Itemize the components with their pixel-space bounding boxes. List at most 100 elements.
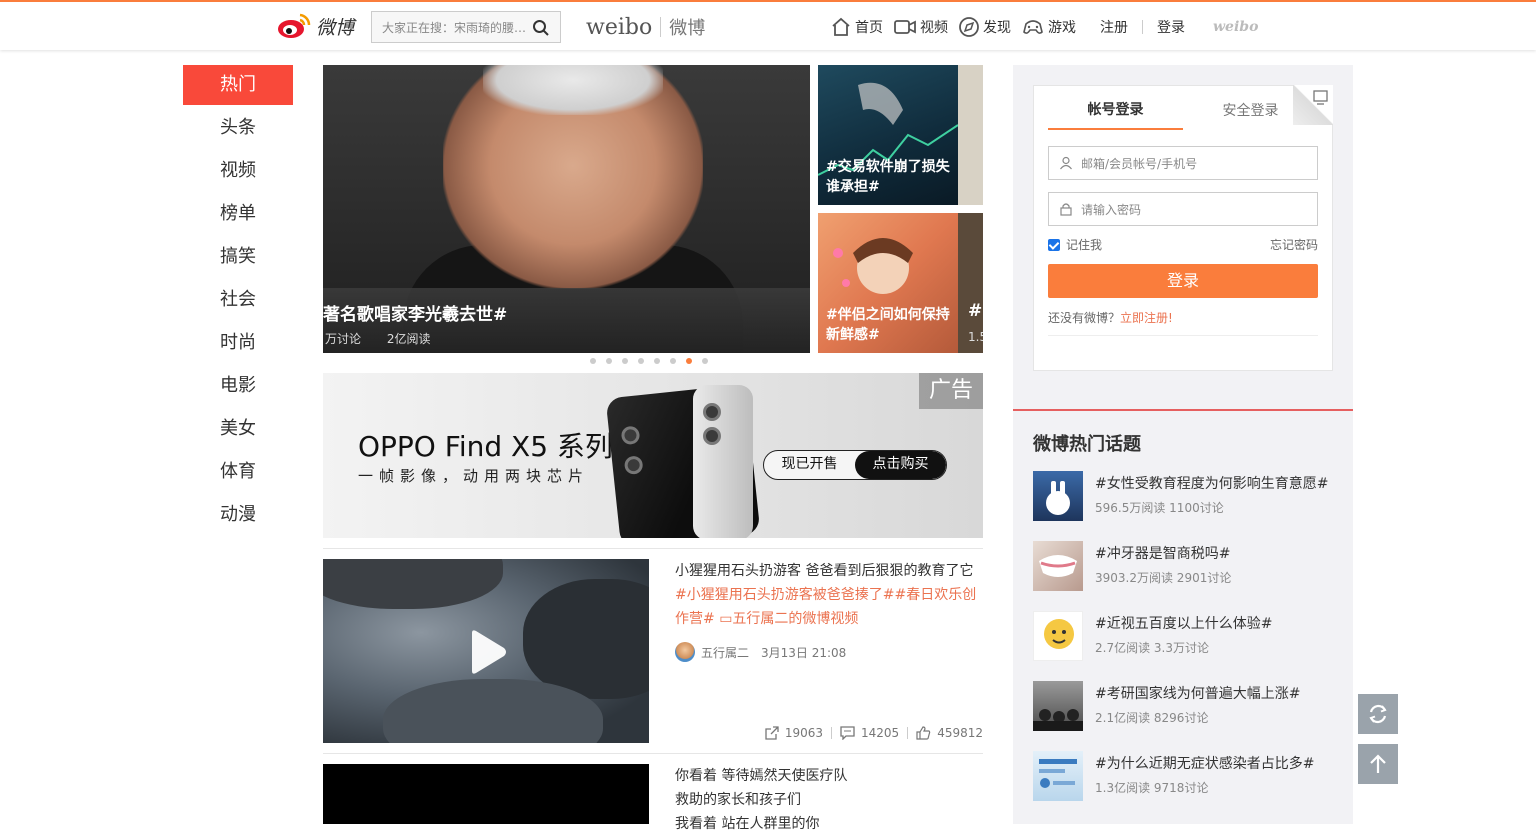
search-input[interactable]: 大家正在搜：宋雨琦的腰… [382, 19, 527, 36]
comment-button[interactable]: 14205 [840, 726, 899, 740]
nav-video[interactable]: 视频 [893, 17, 948, 37]
side-slide-2-title: #伴侣之间如何保持新鲜感# [826, 307, 950, 343]
carousel-dot[interactable] [654, 358, 660, 364]
carousel-dot-active[interactable] [686, 358, 692, 364]
carousel-main-title[interactable]: 著名歌唱家李光羲去世# [323, 300, 507, 325]
carousel-side-slide-2[interactable]: #伴侣之间如何保持新鲜感# [818, 213, 958, 353]
topic-thumbnail[interactable] [1033, 471, 1083, 521]
post-line: 你看着 等待嫣然天使医疗队 [675, 768, 848, 784]
sidebar-item-movies[interactable]: 电影 [183, 366, 293, 409]
post-author[interactable]: 五行属二 [701, 644, 749, 661]
weibo-logo[interactable]: 微博 [276, 10, 360, 42]
topic-stats: 2.7亿阅读 3.3万讨论 [1095, 641, 1209, 655]
weibo-eye-icon [278, 13, 311, 38]
topic-stats: 596.5万阅读 1100讨论 [1095, 501, 1224, 515]
like-count: 459812 [937, 726, 983, 740]
register-link[interactable]: 注册 [1100, 17, 1128, 37]
topic-name[interactable]: #近视五百度以上什么体验# [1095, 613, 1272, 633]
play-icon[interactable] [468, 629, 508, 675]
hot-carousel[interactable]: 著名歌唱家李光羲去世# 万讨论 2亿阅读 #交易软件崩了损失谁承担# #伴侣之间… [323, 65, 983, 353]
video-thumbnail[interactable] [323, 559, 649, 743]
carousel-discuss-count: 万讨论 [325, 332, 362, 346]
carousel-dot[interactable] [606, 358, 612, 364]
teeth-illustration [1039, 555, 1077, 577]
sidebar-item-sports[interactable]: 体育 [183, 452, 293, 495]
compass-icon [959, 17, 979, 37]
forgot-password-link[interactable]: 忘记密码 [1270, 236, 1318, 253]
infographic-illustration [1039, 759, 1077, 788]
post-video-link[interactable]: 五行属二的微博视频 [732, 611, 858, 627]
search-box[interactable]: 大家正在搜：宋雨琦的腰… [371, 11, 561, 43]
sidebar-item-video[interactable]: 视频 [183, 151, 293, 194]
video-thumbnail[interactable] [323, 764, 649, 824]
sidebar-item-funny[interactable]: 搞笑 [183, 237, 293, 280]
sidebar-item-anime[interactable]: 动漫 [183, 495, 293, 538]
topic-thumbnail[interactable] [1033, 541, 1083, 591]
sidebar-item-society[interactable]: 社会 [183, 280, 293, 323]
topic-thumbnail[interactable] [1033, 751, 1083, 801]
topic-item[interactable]: #女性受教育程度为何影响生育意愿# 596.5万阅读 1100讨论 [1033, 471, 1333, 521]
tab-secure-login[interactable]: 安全登录 [1183, 86, 1318, 130]
topic-name[interactable]: #考研国家线为何普遍大幅上涨# [1095, 683, 1300, 703]
refresh-button[interactable] [1358, 694, 1398, 734]
ad-title: OPPO Find X5 系列 [358, 430, 613, 463]
video-link-icon[interactable]: ▭ [719, 611, 732, 627]
topics-title: 微博热门话题 [1033, 434, 1141, 455]
login-link[interactable]: 登录 [1157, 17, 1185, 37]
ad-cta[interactable]: 现已开售 点击购买 [763, 450, 947, 480]
remember-me[interactable]: 记住我 [1048, 236, 1102, 253]
sidebar-item-beauty[interactable]: 美女 [183, 409, 293, 452]
nav-discover-label: 发现 [983, 20, 1011, 36]
tab-account-login[interactable]: 帐号登录 [1048, 86, 1183, 130]
topic-item[interactable]: #近视五百度以上什么体验# 2.7亿阅读 3.3万讨论 [1033, 611, 1333, 661]
action-divider [831, 727, 832, 739]
nav-games[interactable]: 游戏 [1021, 17, 1076, 37]
sidebar-item-headlines[interactable]: 头条 [183, 108, 293, 151]
register-now-link[interactable]: 立即注册! [1120, 311, 1173, 325]
password-input[interactable]: 请输入密码 [1081, 201, 1141, 218]
topic-thumbnail[interactable] [1033, 611, 1083, 661]
brand-en: weibo [586, 14, 653, 40]
login-button[interactable]: 登录 [1048, 264, 1318, 298]
back-to-top-button[interactable] [1358, 744, 1398, 784]
sidebar-item-hot[interactable]: 热门 [183, 65, 293, 105]
carousel-dot[interactable] [638, 358, 644, 364]
nav-video-label: 视频 [920, 20, 948, 36]
ad-buy-button[interactable]: 点击购买 [855, 451, 946, 479]
nav-home[interactable]: 首页 [830, 17, 883, 37]
post-text: 小猩猩用石头扔游客 爸爸看到后狠狠的教育了它 [675, 563, 974, 579]
carousel-main-slide[interactable]: 著名歌唱家李光羲去世# 万讨论 2亿阅读 [323, 65, 810, 353]
top-bar: 微博 大家正在搜：宋雨琦的腰… weibo 微博 首页 视频 发现 游戏 注册 [0, 0, 1536, 50]
username-input[interactable]: 邮箱/会员帐号/手机号 [1081, 155, 1197, 172]
topic-name[interactable]: #为什么近期无症状感染者占比多# [1095, 753, 1314, 773]
search-icon[interactable] [532, 19, 550, 37]
sidebar-item-rankings[interactable]: 榜单 [183, 194, 293, 237]
topic-item[interactable]: #冲牙器是智商税吗# 3903.2万阅读 2901讨论 [1033, 541, 1333, 591]
topic-name[interactable]: #冲牙器是智商税吗# [1095, 543, 1230, 563]
carousel-caption: 著名歌唱家李光羲去世# 万讨论 2亿阅读 [323, 288, 810, 353]
avatar[interactable] [675, 642, 695, 662]
password-field[interactable]: 请输入密码 [1048, 192, 1318, 226]
remember-checkbox[interactable] [1048, 238, 1060, 251]
carousel-dot[interactable] [622, 358, 628, 364]
nav-discover[interactable]: 发现 [958, 16, 1011, 38]
like-button[interactable]: 459812 [916, 726, 983, 740]
share-button[interactable]: 19063 [765, 726, 823, 740]
topic-name[interactable]: #女性受教育程度为何影响生育意愿# [1095, 473, 1328, 493]
carousel-side-slide-1[interactable]: #交易软件崩了损失谁承担# [818, 65, 958, 205]
carousel-dot[interactable] [670, 358, 676, 364]
ad-banner[interactable]: OPPO Find X5 系列 一帧影像，动用两块芯片 现已开售 点击购买 广告 [323, 373, 983, 538]
carousel-dot[interactable] [702, 358, 708, 364]
lock-icon [1060, 203, 1072, 216]
refresh-icon [1369, 704, 1387, 724]
sidebar-item-fashion[interactable]: 时尚 [183, 323, 293, 366]
carousel-dot[interactable] [590, 358, 596, 364]
user-icon [1060, 156, 1072, 170]
topic-thumbnail[interactable] [1033, 681, 1083, 731]
username-field[interactable]: 邮箱/会员帐号/手机号 [1048, 146, 1318, 180]
video-icon [894, 20, 916, 34]
nav-divider [1142, 20, 1143, 34]
nav-games-label: 游戏 [1048, 20, 1076, 36]
topic-item[interactable]: #考研国家线为何普遍大幅上涨# 2.1亿阅读 8296讨论 [1033, 681, 1333, 731]
topic-item[interactable]: #为什么近期无症状感染者占比多# 1.3亿阅读 9718讨论 [1033, 751, 1333, 801]
